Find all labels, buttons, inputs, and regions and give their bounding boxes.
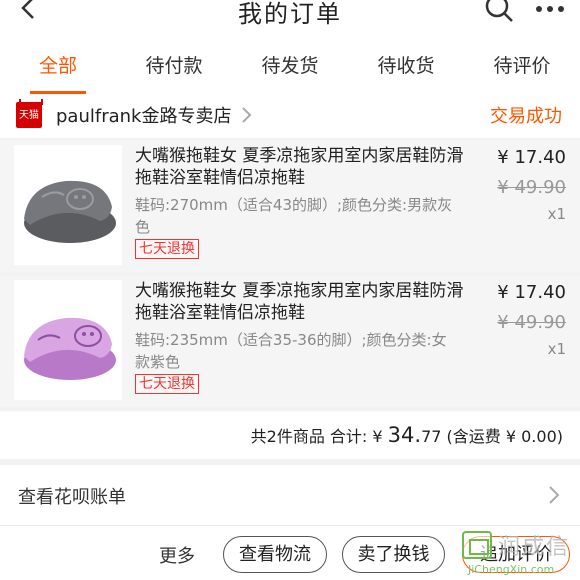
more-actions-button[interactable]: 更多 — [159, 542, 195, 568]
chevron-right-icon — [549, 486, 560, 504]
tab-pending-shipment[interactable]: 待发货 — [232, 38, 348, 94]
total-amount-decimal: 77 — [421, 427, 442, 446]
product-title[interactable]: 大嘴猴拖鞋女 夏季凉拖家用室内家居鞋防滑拖鞋浴室鞋情侣凉拖鞋 — [135, 145, 465, 189]
product-quantity: x1 — [547, 205, 566, 223]
tab-pending-receipt[interactable]: 待收货 — [348, 38, 464, 94]
order-status: 交易成功 — [490, 106, 562, 127]
product-thumbnail[interactable] — [14, 280, 122, 400]
top-nav-bar: 我的订单 — [0, 0, 580, 38]
summary-prefix: 共2件商品 合计: ¥ — [250, 427, 388, 446]
order-tabs: 全部 待付款 待发货 待收货 待评价 — [0, 38, 580, 94]
order-item[interactable]: 大嘴猴拖鞋女 夏季凉拖家用室内家居鞋防滑拖鞋浴室鞋情侣凉拖鞋 鞋码:235mm（… — [0, 276, 580, 407]
product-quantity: x1 — [547, 340, 566, 358]
huabei-bill-row[interactable]: 查看花呗账单 — [0, 465, 580, 525]
order-actions-bar: 更多 查看物流 卖了换钱 追加评价 — [0, 525, 580, 580]
shop-header[interactable]: 天猫 paulfrank金路专卖店 交易成功 — [0, 94, 580, 138]
more-dots-icon[interactable] — [535, 3, 565, 15]
view-logistics-button[interactable]: 查看物流 — [223, 536, 327, 573]
product-title[interactable]: 大嘴猴拖鞋女 夏季凉拖家用室内家居鞋防滑拖鞋浴室鞋情侣凉拖鞋 — [135, 280, 465, 324]
product-sku: 鞋码:235mm（适合35-36的脚）;颜色分类:女款紫色 — [135, 331, 447, 371]
tab-pending-review[interactable]: 待评价 — [464, 38, 580, 94]
order-summary: 共2件商品 合计: ¥ 34.77 (含运费 ¥ 0.00) — [0, 411, 580, 459]
slipper-image — [24, 317, 116, 380]
product-price: ¥ 17.40 — [497, 147, 566, 168]
original-price: ¥ 49.90 — [497, 177, 566, 198]
seven-day-return-badge: 七天退换 — [135, 239, 199, 259]
add-review-button[interactable]: 追加评价 — [462, 536, 570, 573]
huabei-bill-label: 查看花呗账单 — [18, 487, 126, 508]
tab-all[interactable]: 全部 — [0, 38, 116, 94]
product-thumbnail[interactable] — [14, 145, 122, 265]
shipping-fee-note: (含运费 ¥ 0.00) — [441, 427, 563, 446]
order-item[interactable]: 大嘴猴拖鞋女 夏季凉拖家用室内家居鞋防滑拖鞋浴室鞋情侣凉拖鞋 鞋码:270mm（… — [0, 141, 580, 272]
original-price: ¥ 49.90 — [497, 312, 566, 333]
shop-name[interactable]: paulfrank金路专卖店 — [56, 102, 231, 128]
tab-pending-payment[interactable]: 待付款 — [116, 38, 232, 94]
seven-day-return-badge: 七天退换 — [135, 374, 199, 394]
total-amount-integer: 34. — [387, 423, 422, 447]
chevron-right-icon — [242, 107, 252, 123]
slipper-image — [24, 180, 116, 243]
search-icon[interactable] — [484, 0, 516, 24]
tmall-logo-icon: 天猫 — [16, 99, 43, 128]
resell-button[interactable]: 卖了换钱 — [342, 536, 445, 573]
product-price: ¥ 17.40 — [497, 282, 566, 303]
product-sku: 鞋码:270mm（适合43的脚）;颜色分类:男款灰色 — [135, 196, 453, 236]
